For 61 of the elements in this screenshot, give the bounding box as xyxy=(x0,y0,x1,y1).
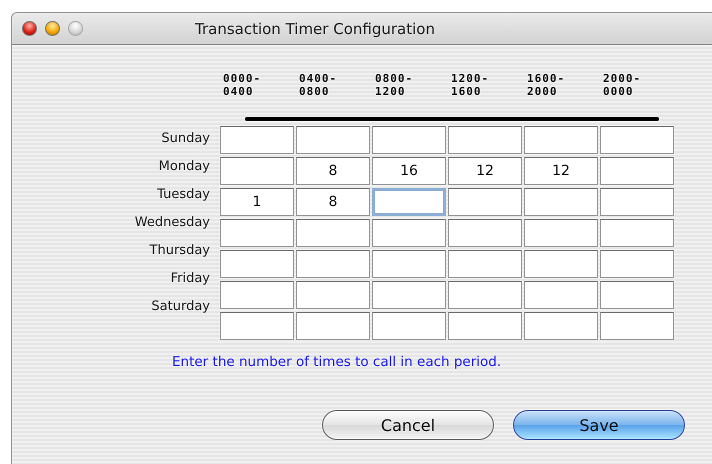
count-field[interactable] xyxy=(524,281,598,309)
dialog-button[interactable]: Cancel xyxy=(322,410,494,440)
count-field[interactable]: 1 xyxy=(220,188,294,216)
day-label: Sunday xyxy=(161,130,210,148)
count-field[interactable] xyxy=(524,188,598,216)
count-field[interactable] xyxy=(600,157,674,185)
column-header: 2000- 0000 xyxy=(603,72,642,98)
count-field[interactable] xyxy=(524,219,598,247)
count-field[interactable] xyxy=(372,312,446,340)
count-field[interactable] xyxy=(600,188,674,216)
count-field[interactable] xyxy=(220,312,294,340)
column-header: 1200- 1600 xyxy=(451,72,490,98)
day-label: Wednesday xyxy=(134,214,210,232)
column-header: 0400- 0800 xyxy=(299,72,338,98)
hint-text: Enter the number of times to call in each period. xyxy=(172,354,502,370)
close-window-icon[interactable] xyxy=(22,21,37,36)
count-field[interactable] xyxy=(372,250,446,278)
count-field[interactable] xyxy=(600,281,674,309)
count-field[interactable] xyxy=(220,157,294,185)
count-field[interactable] xyxy=(524,126,598,154)
count-field[interactable] xyxy=(600,250,674,278)
column-header: 0000- 0400 xyxy=(223,72,262,98)
day-label: Monday xyxy=(158,158,210,176)
count-field[interactable]: 8 xyxy=(296,188,370,216)
count-field[interactable] xyxy=(600,126,674,154)
dialog-button[interactable]: Save xyxy=(513,410,685,440)
count-field[interactable] xyxy=(372,281,446,309)
count-field[interactable]: 16 xyxy=(372,157,446,185)
count-field[interactable] xyxy=(372,126,446,154)
count-field[interactable] xyxy=(524,312,598,340)
count-field[interactable] xyxy=(448,250,522,278)
day-label: Thursday xyxy=(150,242,210,260)
count-field[interactable] xyxy=(296,219,370,247)
count-field[interactable] xyxy=(372,219,446,247)
count-field[interactable] xyxy=(448,281,522,309)
count-field[interactable] xyxy=(448,312,522,340)
count-field[interactable]: 12 xyxy=(448,157,522,185)
count-field[interactable] xyxy=(220,250,294,278)
count-field[interactable] xyxy=(220,281,294,309)
count-field[interactable] xyxy=(372,188,446,216)
count-field[interactable] xyxy=(448,219,522,247)
count-field[interactable] xyxy=(600,312,674,340)
count-field[interactable] xyxy=(524,250,598,278)
column-header: 1600- 2000 xyxy=(527,72,566,98)
count-field[interactable] xyxy=(296,126,370,154)
minimize-window-icon[interactable] xyxy=(45,21,60,36)
count-field[interactable]: 8 xyxy=(296,157,370,185)
count-field[interactable]: 12 xyxy=(524,157,598,185)
count-field[interactable] xyxy=(220,126,294,154)
count-field[interactable] xyxy=(296,281,370,309)
count-field[interactable] xyxy=(296,312,370,340)
column-header: 0800- 1200 xyxy=(375,72,414,98)
day-label: Friday xyxy=(170,270,210,288)
day-label: Saturday xyxy=(151,298,210,316)
count-field[interactable] xyxy=(296,250,370,278)
count-field[interactable] xyxy=(600,219,674,247)
window-title: Transaction Timer Configuration xyxy=(195,20,435,38)
count-field[interactable] xyxy=(448,126,522,154)
count-field[interactable] xyxy=(448,188,522,216)
day-label: Tuesday xyxy=(157,186,210,204)
count-field[interactable] xyxy=(220,219,294,247)
